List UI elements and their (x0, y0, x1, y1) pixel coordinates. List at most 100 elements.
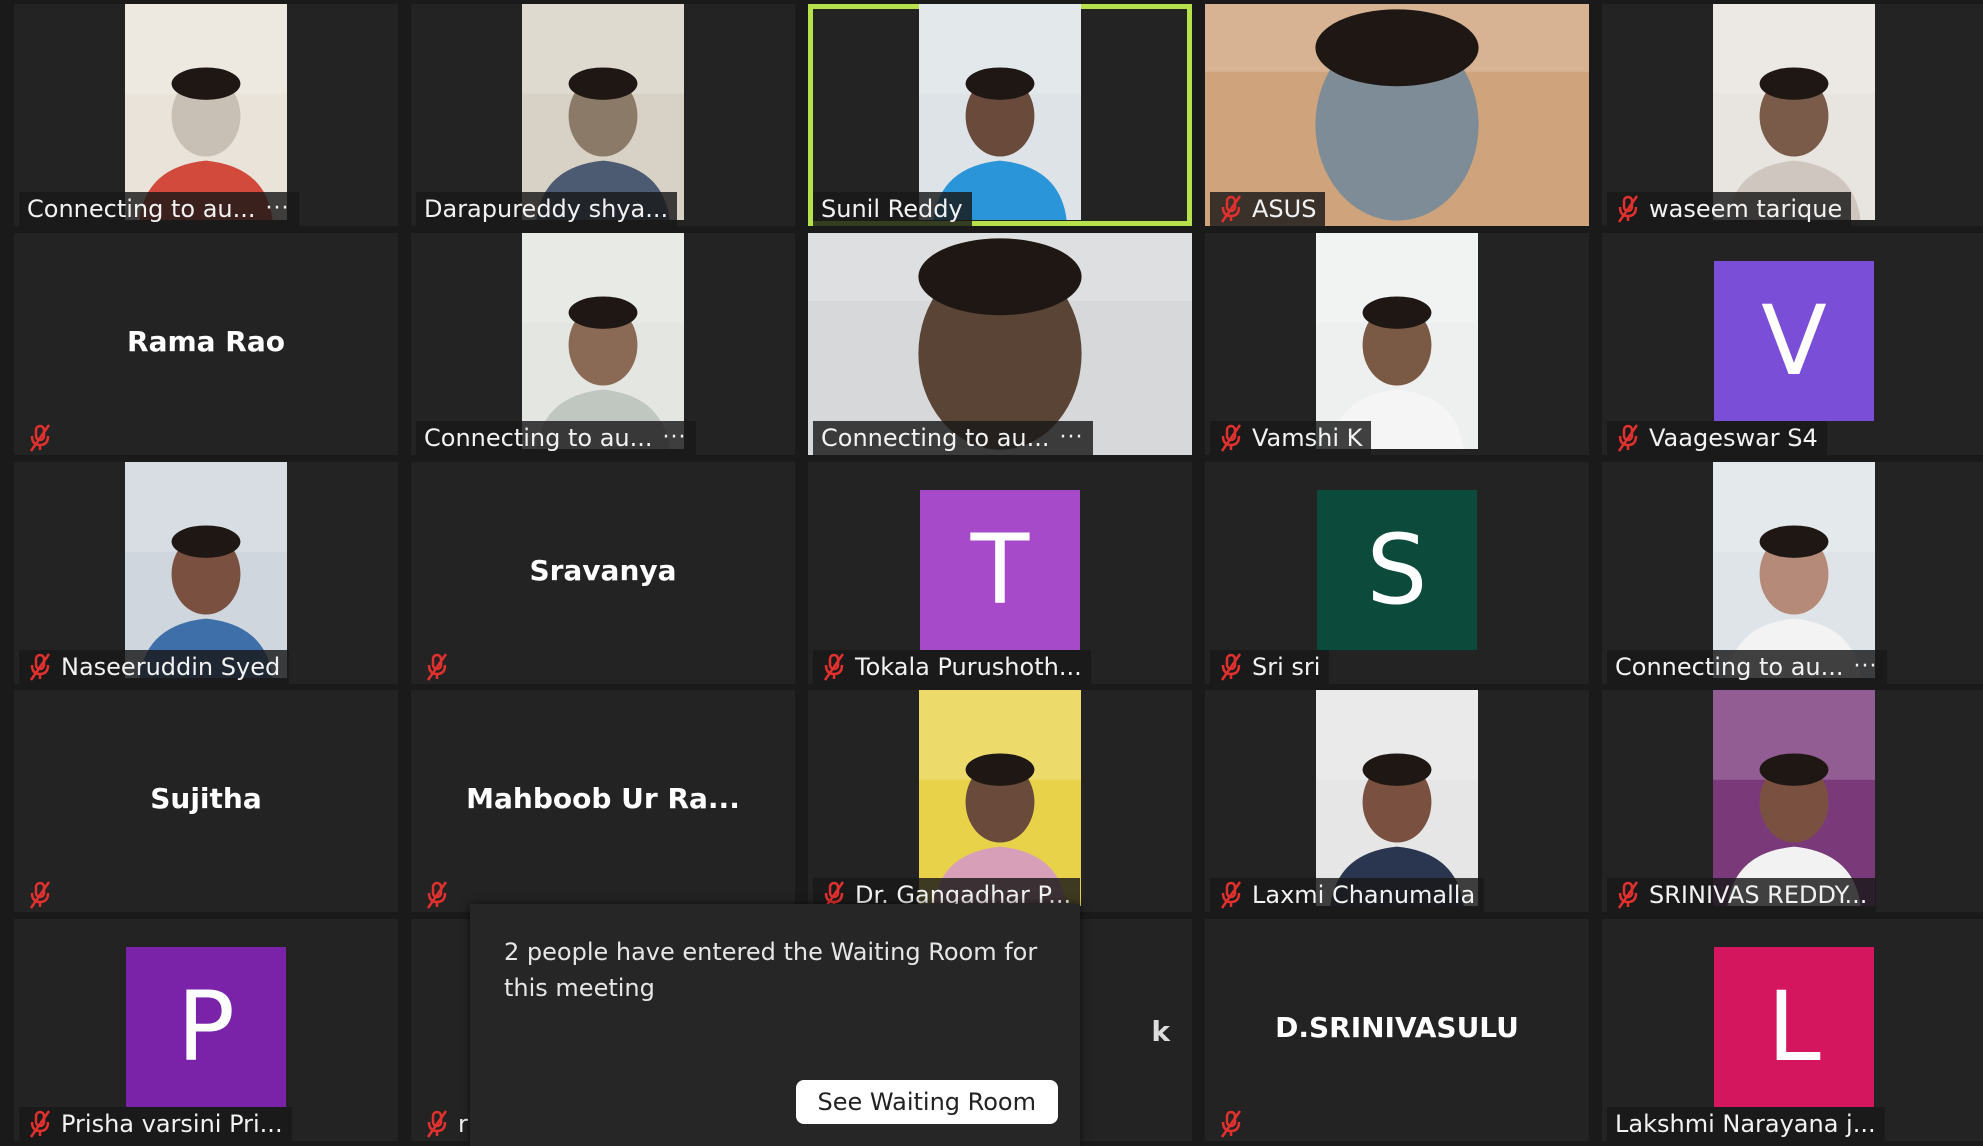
video-feed (522, 233, 684, 449)
participant-tile[interactable]: S Sri sri (1205, 462, 1589, 684)
avatar-initial: S (1366, 514, 1428, 626)
waiting-room-message: 2 people have entered the Waiting Room f… (504, 938, 1038, 1002)
participant-name: Darapureddy shya... (424, 195, 669, 223)
participant-avatar: T (920, 490, 1080, 650)
avatar-initial: T (970, 514, 1030, 626)
participant-tile[interactable]: Naseeruddin Syed (14, 462, 398, 684)
mic-muted-icon (1617, 881, 1639, 909)
participant-tile[interactable]: ASUS (1205, 4, 1589, 226)
mic-muted-icon (823, 653, 845, 681)
avatar-initial: L (1767, 971, 1821, 1083)
participant-name-label: Prisha varsini Pri... (19, 1107, 292, 1141)
participant-tile[interactable]: Darapureddy shya... (411, 4, 795, 226)
participant-tile[interactable]: SRINIVAS REDDY... (1602, 690, 1983, 912)
mic-muted-icon (29, 653, 51, 681)
participant-tile[interactable]: P Prisha varsini Pri... (14, 919, 398, 1141)
participant-tile[interactable]: Sunil Reddy (808, 4, 1192, 226)
participant-tile[interactable]: Laxmi Chanumalla (1205, 690, 1589, 912)
more-dots-icon[interactable]: ··· (663, 421, 687, 455)
participant-name: r (458, 1110, 468, 1138)
participant-name: Sri sri (1252, 653, 1321, 681)
participant-name: Connecting to au... (1615, 653, 1844, 681)
more-dots-icon[interactable]: ··· (1060, 421, 1084, 455)
participant-tile[interactable]: Dr. Gangadhar P... (808, 690, 1192, 912)
participant-name-label: Vamshi K (1210, 421, 1372, 455)
participant-tile[interactable]: Connecting to au... ··· (411, 233, 795, 455)
mic-muted-icon (1220, 653, 1242, 681)
participant-name: Sunil Reddy (821, 195, 963, 223)
participant-name: Vaageswar S4 (1649, 424, 1818, 452)
participant-tile[interactable]: D.SRINIVASULU (1205, 919, 1589, 1141)
participant-name: Laxmi Chanumalla (1252, 881, 1476, 909)
video-feed (1316, 690, 1478, 906)
avatar-initial: P (177, 971, 235, 1083)
participant-tile[interactable]: Vamshi K (1205, 233, 1589, 455)
participant-name-label (416, 650, 467, 684)
participant-tile[interactable]: Mahboob Ur Ra... (411, 690, 795, 912)
hidden-tile-text: k (1151, 1015, 1170, 1048)
participant-name-label (19, 421, 70, 455)
participant-name-label: Connecting to au... ··· (416, 421, 696, 455)
participant-name-label: Darapureddy shya... (416, 192, 678, 226)
participant-avatar: V (1714, 261, 1874, 421)
participant-name-label: Connecting to au... ··· (813, 421, 1093, 455)
participant-display-name: Sujitha (150, 781, 262, 815)
more-dots-icon[interactable]: ··· (1854, 650, 1878, 684)
participant-tile[interactable]: Connecting to au... ··· (14, 4, 398, 226)
participant-avatar: S (1317, 490, 1477, 650)
avatar-initial: V (1761, 285, 1827, 397)
participant-display-name: Mahboob Ur Ra... (466, 781, 740, 815)
participant-name-label: Naseeruddin Syed (19, 650, 290, 684)
participant-tile[interactable]: Connecting to au... ··· (1602, 462, 1983, 684)
participant-name-label: ASUS (1210, 192, 1326, 226)
video-feed (522, 4, 684, 220)
participant-tile[interactable]: V Vaageswar S4 (1602, 233, 1983, 455)
participant-name-label: waseem tarique (1607, 192, 1852, 226)
participant-tile[interactable]: Rama Rao (14, 233, 398, 455)
participant-name-label: Vaageswar S4 (1607, 421, 1827, 455)
video-feed (125, 4, 287, 220)
participant-name: SRINIVAS REDDY... (1649, 881, 1868, 909)
participant-name: Prisha varsini Pri... (61, 1110, 283, 1138)
mic-muted-icon (426, 1110, 448, 1138)
participant-name-label: Tokala Purushoth... (813, 650, 1091, 684)
participant-name: Naseeruddin Syed (61, 653, 281, 681)
participant-name-label (1210, 1107, 1261, 1141)
participant-name-label: SRINIVAS REDDY... (1607, 878, 1877, 912)
participant-tile[interactable]: L Lakshmi Narayana j... (1602, 919, 1983, 1141)
participant-display-name: D.SRINIVASULU (1275, 1010, 1519, 1044)
mic-muted-icon (29, 424, 51, 452)
mic-muted-icon (1617, 195, 1639, 223)
participant-name-label (416, 878, 467, 912)
participant-name-label: r (416, 1107, 477, 1141)
mic-muted-icon (1617, 424, 1639, 452)
participant-tile[interactable]: T Tokala Purushoth... (808, 462, 1192, 684)
participant-tile[interactable]: Sravanya (411, 462, 795, 684)
mic-muted-icon (1220, 424, 1242, 452)
participant-name-label: Connecting to au... ··· (1607, 650, 1887, 684)
participant-display-name: Rama Rao (127, 324, 285, 358)
participant-name: Connecting to au... (424, 424, 653, 452)
participant-name: waseem tarique (1649, 195, 1843, 223)
participant-tile[interactable]: Connecting to au... ··· (808, 233, 1192, 455)
participant-name: Lakshmi Narayana j... (1615, 1110, 1876, 1138)
participant-avatar: P (126, 947, 286, 1107)
participant-name: Connecting to au... (821, 424, 1050, 452)
more-dots-icon[interactable]: ··· (266, 192, 290, 226)
participant-name-label: Lakshmi Narayana j... (1607, 1107, 1885, 1141)
participant-tile[interactable]: waseem tarique (1602, 4, 1983, 226)
video-feed (1713, 4, 1875, 220)
participant-avatar: L (1714, 947, 1874, 1107)
mic-muted-icon (29, 1110, 51, 1138)
video-feed (919, 690, 1081, 906)
mic-muted-icon (426, 653, 448, 681)
participant-name: Tokala Purushoth... (855, 653, 1082, 681)
video-feed (1713, 690, 1875, 906)
mic-muted-icon (1220, 1110, 1242, 1138)
mic-muted-icon (426, 881, 448, 909)
participant-name: Vamshi K (1252, 424, 1363, 452)
waiting-room-notification: 2 people have entered the Waiting Room f… (470, 904, 1080, 1146)
participant-tile[interactable]: Sujitha (14, 690, 398, 912)
participant-name-label: Sunil Reddy (813, 192, 972, 226)
see-waiting-room-button[interactable]: See Waiting Room (795, 1080, 1058, 1124)
